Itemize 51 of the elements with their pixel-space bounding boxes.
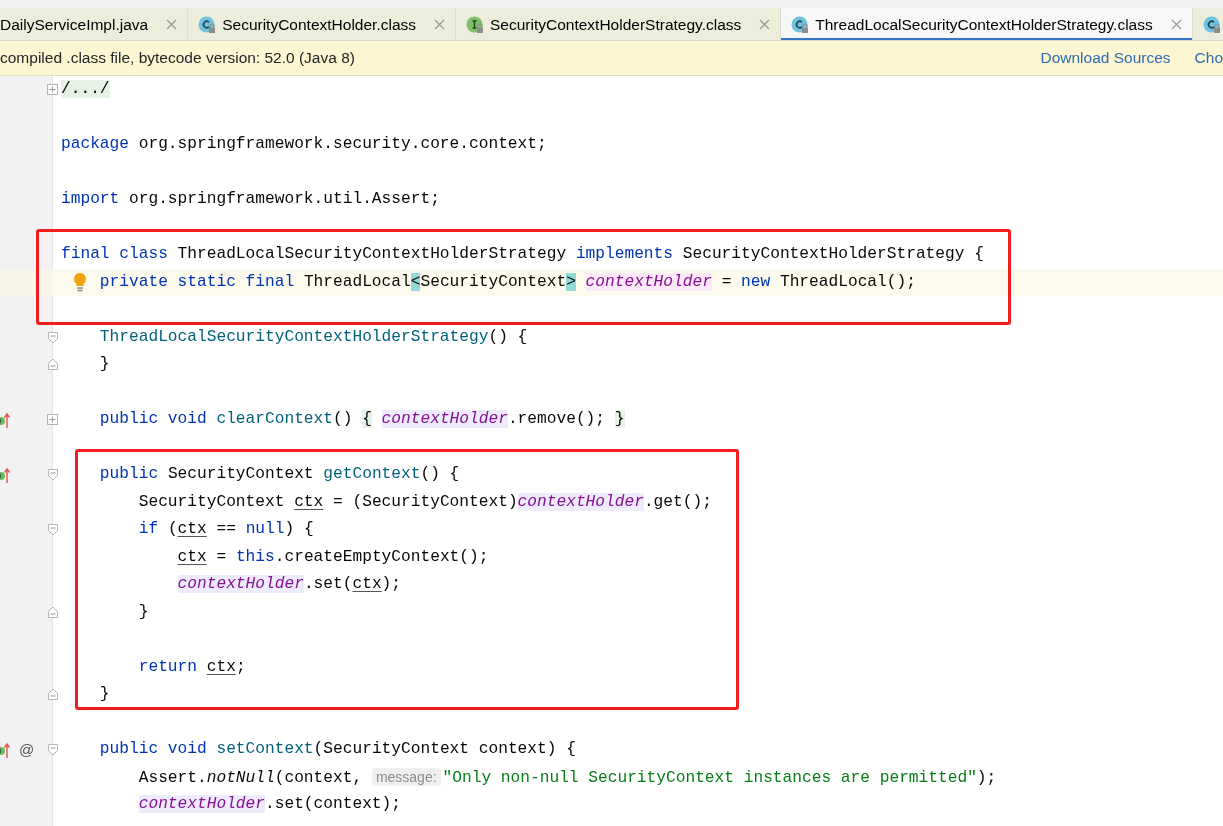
gutter-annotation: @ [19, 739, 35, 760]
implements-marker-icon [0, 740, 11, 759]
editor-tab[interactable]: SecurityContextHolderStrategy.class [456, 8, 782, 40]
tab-label: ThreadLocalSecurityContextHolderStrategy.class [815, 14, 1153, 35]
code-line: return ctx; [137, 656, 246, 678]
code-line: contextHolder.set(ctx); [176, 574, 402, 595]
code-line: ThreadLocalSecurityContextHolderStrategy() { [98, 326, 528, 348]
tab-label: SecurityContextHolderStrategy.class [490, 14, 742, 35]
implements-marker-icon [0, 465, 11, 484]
class-file-icon [198, 15, 217, 34]
editor-tab[interactable] [1192, 8, 1223, 40]
code-line: public void setContext(SecurityContext context) { [98, 739, 576, 760]
close-icon [434, 19, 445, 30]
expand-marker-icon [46, 83, 59, 97]
fold-marker-icon [46, 523, 59, 537]
code-line: package org.springframework.security.core.context; [61, 134, 547, 155]
code-line: public void clearContext() { contextHolder.remove(); } [98, 409, 625, 430]
close-icon [1170, 19, 1182, 30]
code-line: ctx = this.createEmptyContext(); [176, 546, 489, 568]
fold-end-marker-icon [46, 688, 59, 702]
class-file-icon [1202, 15, 1221, 34]
tab-label: SecurityContextHolder.class [222, 14, 416, 35]
code-line: Assert.notNull(context, message: "Only non-null SecurityContext instances are permitted"); [137, 766, 997, 789]
code-line: contextHolder.set(context); [137, 794, 401, 815]
code-line: SecurityContext ctx = (SecurityContext)contextHolder.get(); [137, 491, 712, 513]
code-line: import org.springframework.util.Assert; [61, 189, 440, 210]
banner-text: compiled .class file, bytecode version: 52.0 (Java 8) [0, 48, 355, 69]
code-line: } [98, 354, 110, 375]
fold-marker-icon [46, 743, 59, 757]
fold-end-marker-icon [46, 358, 59, 372]
close-icon [759, 19, 771, 30]
class-file-icon [791, 15, 810, 34]
code-line: public SecurityContext getContext() { [98, 464, 460, 485]
code-line: private static final ThreadLocal<SecurityContext> contextHolder = new ThreadLocal(); [98, 271, 916, 293]
code-line: } [98, 684, 110, 705]
fold-end-marker-icon [46, 605, 59, 619]
editor-tab[interactable]: ThreadLocalSecurityContextHolderStrategy.class [781, 8, 1193, 40]
banner-link[interactable]: Cho [1194, 46, 1223, 70]
code-line: final class ThreadLocalSecurityContextHolderStrategy implements SecurityContextHolderStrategy { [61, 244, 984, 265]
banner-link[interactable]: Download Sources [1040, 46, 1171, 70]
code-line: if (ctx == null) { [137, 519, 314, 540]
editor-tab[interactable]: DailyServiceImpl.java [0, 8, 189, 40]
fold-marker-icon [46, 330, 59, 344]
fold-marker-icon [46, 468, 59, 482]
implements-marker-icon [0, 410, 11, 429]
editor-tab[interactable]: SecurityContextHolder.class [188, 8, 456, 40]
tab-label: DailyServiceImpl.java [0, 14, 149, 35]
close-icon [166, 19, 178, 30]
expand-marker-icon [46, 413, 59, 427]
code-line: } [137, 601, 149, 623]
interface-file-icon [466, 15, 484, 34]
